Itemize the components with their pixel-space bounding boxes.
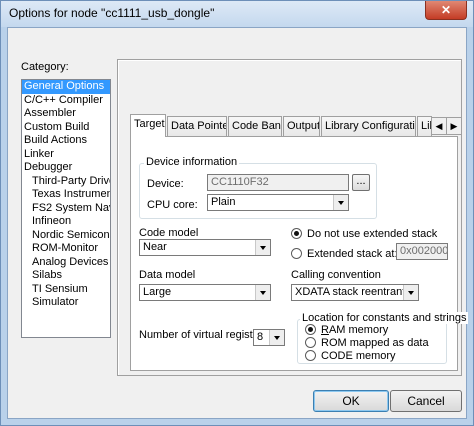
- category-item[interactable]: Third-Party Driver: [22, 175, 110, 189]
- tab-target[interactable]: Target: [130, 114, 166, 137]
- ram-memory-label: RAM memory: [321, 324, 389, 336]
- device-label: Device:: [147, 178, 184, 190]
- tab-lib[interactable]: Lib: [417, 116, 432, 136]
- chevron-left-icon: ◀: [435, 121, 443, 131]
- category-item[interactable]: Silabs: [22, 269, 110, 283]
- category-item[interactable]: Infineon: [22, 215, 110, 229]
- ram-memory-text: AM memory: [328, 324, 389, 336]
- tab-library-configuration[interactable]: Library Configuration: [321, 116, 416, 136]
- chevron-down-icon: [403, 285, 418, 300]
- tab-scroll-right-button[interactable]: ▶: [446, 117, 462, 135]
- category-item[interactable]: Analog Devices: [22, 256, 110, 270]
- category-item[interactable]: General Options: [22, 80, 110, 94]
- tab-data-pointer[interactable]: Data Pointer: [167, 116, 227, 136]
- calling-convention-select[interactable]: XDATA stack reentrant: [291, 284, 419, 301]
- category-item[interactable]: ROM-Monitor: [22, 242, 110, 256]
- cpu-core-label: CPU core:: [147, 199, 198, 211]
- category-item[interactable]: Build Actions: [22, 134, 110, 148]
- virtual-registers-select[interactable]: 8: [253, 329, 285, 346]
- category-label: Category:: [21, 61, 69, 73]
- code-memory-radio[interactable]: [305, 350, 316, 361]
- rom-mapped-radio[interactable]: [305, 337, 316, 348]
- ram-memory-radio[interactable]: [305, 324, 316, 335]
- chevron-down-icon: [255, 240, 270, 255]
- category-item[interactable]: Custom Build: [22, 121, 110, 135]
- calling-convention-label: Calling convention: [291, 269, 381, 281]
- location-title: Location for constants and strings: [300, 312, 469, 324]
- category-item[interactable]: Texas Instruments: [22, 188, 110, 202]
- data-model-select[interactable]: Large: [139, 284, 271, 301]
- data-model-label: Data model: [139, 269, 196, 281]
- category-item[interactable]: Linker: [22, 148, 110, 162]
- category-item[interactable]: Nordic Semiconduc: [22, 229, 110, 243]
- chevron-down-icon: [255, 285, 270, 300]
- tab-code-bank[interactable]: Code Bank: [228, 116, 282, 136]
- browse-device-button[interactable]: ...: [352, 174, 370, 191]
- cancel-button[interactable]: Cancel: [390, 390, 462, 412]
- close-icon: ✕: [440, 3, 452, 17]
- tab-output[interactable]: Output: [283, 116, 320, 136]
- chevron-down-icon: [269, 330, 284, 345]
- code-model-value: Near: [143, 241, 167, 253]
- cpu-core-select[interactable]: Plain: [207, 194, 349, 211]
- code-model-label: Code model: [139, 227, 199, 239]
- data-model-value: Large: [143, 286, 172, 298]
- window-title: Options for node "cc1111_usb_dongle": [9, 6, 215, 20]
- close-button[interactable]: ✕: [425, 1, 467, 20]
- chevron-right-icon: ▶: [450, 121, 458, 131]
- code-memory-label: CODE memory: [321, 350, 396, 362]
- category-item[interactable]: Assembler: [22, 107, 110, 121]
- options-dialog: Options for node "cc1111_usb_dongle" ✕ C…: [0, 0, 474, 426]
- cpu-core-value: Plain: [211, 196, 236, 208]
- category-item[interactable]: Debugger: [22, 161, 110, 175]
- extended-stack-address-field[interactable]: 0x002000: [396, 243, 448, 260]
- calling-convention-value: XDATA stack reentrant: [295, 286, 406, 298]
- extended-stack-label: Extended stack at:: [307, 248, 398, 260]
- code-model-select[interactable]: Near: [139, 239, 271, 256]
- device-field[interactable]: CC1110F32: [207, 174, 349, 191]
- ok-button[interactable]: OK: [313, 390, 389, 412]
- category-item[interactable]: C/C++ Compiler: [22, 94, 110, 108]
- chevron-down-icon: [333, 195, 348, 210]
- no-extended-stack-label: Do not use extended stack: [307, 228, 438, 240]
- device-info-title: Device information: [144, 156, 240, 168]
- rom-mapped-label: ROM mapped as data: [321, 337, 429, 349]
- category-list[interactable]: General Options C/C++ Compiler Assembler Cu…: [21, 79, 111, 338]
- category-item[interactable]: FS2 System Navig: [22, 202, 110, 216]
- category-item[interactable]: Simulator: [22, 296, 110, 310]
- tab-scroll-left-button[interactable]: ◀: [431, 117, 447, 135]
- extended-stack-radio[interactable]: [291, 248, 302, 259]
- virtual-registers-value: 8: [257, 331, 264, 343]
- title-bar[interactable]: Options for node "cc1111_usb_dongle" ✕: [1, 1, 473, 27]
- category-item[interactable]: TI Sensium: [22, 283, 110, 297]
- no-extended-stack-radio[interactable]: [291, 228, 302, 239]
- virtual-registers-label: Number of virtual registers:: [139, 329, 272, 341]
